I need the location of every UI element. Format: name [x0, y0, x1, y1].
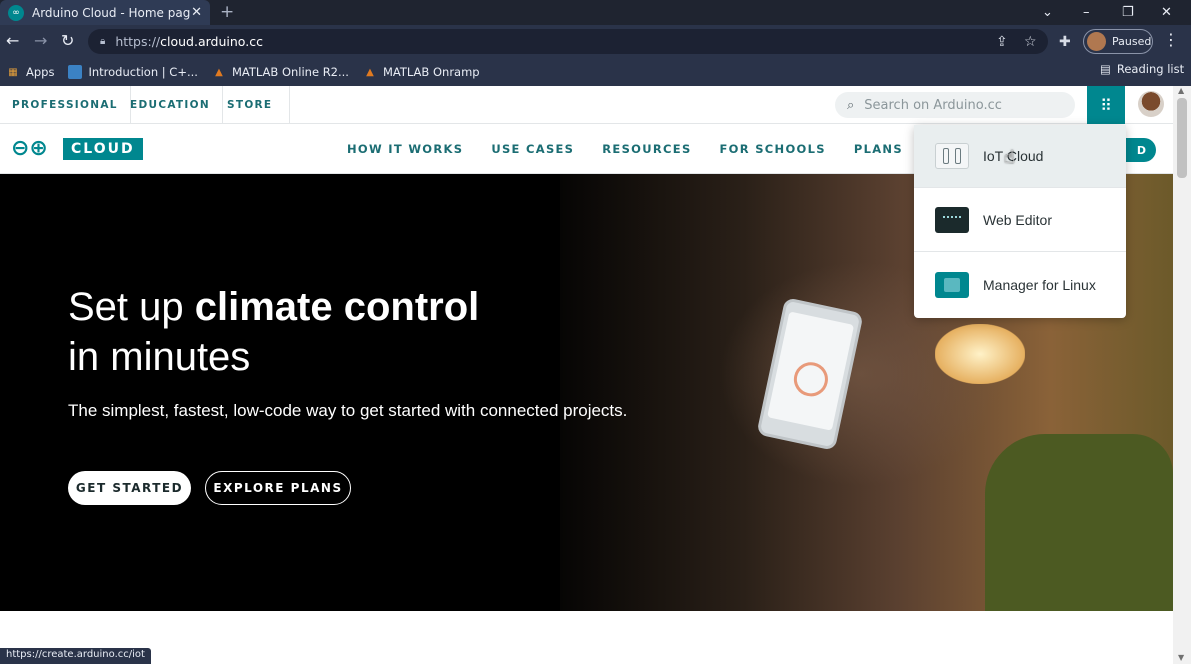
- logo-text: CLOUD: [63, 138, 143, 160]
- dropdown-item-iot-cloud[interactable]: IoT Cloud: [914, 125, 1126, 188]
- hero-title: Set up climate control in minutes: [68, 285, 480, 379]
- bookmark-matlab-online[interactable]: ▲ MATLAB Online R2...: [212, 65, 349, 79]
- bookmark-star-icon[interactable]: ☆: [1024, 34, 1037, 50]
- search-placeholder: Search on Arduino.cc: [864, 97, 1002, 113]
- hero-subtitle: The simplest, fastest, low-code way to g…: [68, 401, 628, 420]
- forward-arrow-icon[interactable]: →: [34, 31, 47, 50]
- vertical-scrollbar[interactable]: ▲ ▼: [1173, 86, 1191, 664]
- arduino-favicon-icon: ∞: [8, 4, 24, 21]
- new-tab-button[interactable]: +: [220, 2, 234, 22]
- manager-linux-icon: [935, 271, 969, 298]
- grid-icon: ⠿: [1100, 95, 1112, 115]
- apps-menu-button[interactable]: ⠿: [1087, 86, 1125, 124]
- profile-status: Paused: [1112, 35, 1152, 48]
- scroll-up-icon[interactable]: ▲: [1178, 86, 1184, 95]
- menu-how-it-works[interactable]: HOW IT WORKS: [347, 142, 463, 156]
- nav-professional[interactable]: PROFESSIONAL: [0, 86, 131, 123]
- profile-avatar: [1087, 32, 1106, 51]
- share-icon[interactable]: ⇪: [996, 34, 1008, 50]
- lamp-glow: [935, 324, 1025, 384]
- close-window-button[interactable]: ✕: [1161, 0, 1172, 25]
- tab-close-icon[interactable]: ✕: [191, 5, 202, 20]
- bookmark-matlab-onramp[interactable]: ▲ MATLAB Onramp: [363, 65, 479, 79]
- url-scheme: https://: [115, 34, 161, 49]
- apps-grid-icon: ▦: [8, 66, 18, 78]
- menu-use-cases[interactable]: USE CASES: [491, 142, 574, 156]
- menu-resources[interactable]: RESOURCES: [602, 142, 691, 156]
- browser-toolbar: ← → ↻ 🔒︎ https://cloud.arduino.cc ⇪ ☆ ✚ …: [0, 25, 1191, 58]
- menu-for-schools[interactable]: FOR SCHOOLS: [720, 142, 826, 156]
- page-icon: [68, 65, 83, 79]
- dropdown-item-manager-linux[interactable]: Manager for Linux: [914, 253, 1126, 316]
- dropdown-item-web-editor[interactable]: Web Editor: [914, 189, 1126, 252]
- reload-icon[interactable]: ↻: [61, 31, 74, 50]
- extensions-icon[interactable]: ✚: [1059, 34, 1071, 50]
- search-input[interactable]: ⌕ Search on Arduino.cc: [835, 92, 1075, 118]
- reading-list-icon: ▤: [1100, 62, 1111, 76]
- bookmarks-bar: ▦ Apps Introduction | C+... ▲ MATLAB Onlin…: [0, 58, 1191, 86]
- web-editor-icon: [935, 207, 969, 233]
- browser-tab[interactable]: ∞ Arduino Cloud - Home page ✕: [0, 0, 210, 25]
- browser-tabstrip: ∞ Arduino Cloud - Home page ✕ + ⌄ – ❐ ✕: [0, 0, 1191, 25]
- matlab-icon: ▲: [366, 66, 374, 78]
- armchair: [985, 434, 1173, 611]
- tab-title: Arduino Cloud - Home page: [32, 5, 192, 20]
- matlab-icon: ▲: [215, 66, 223, 78]
- bookmark-introduction[interactable]: Introduction | C+...: [68, 65, 198, 79]
- apps-dropdown: IoT Cloud Web Editor Manager for Linux: [914, 125, 1126, 318]
- main-menu: HOW IT WORKS USE CASES RESOURCES FOR SCH…: [347, 142, 931, 156]
- menu-plans[interactable]: PLANS: [854, 142, 903, 156]
- status-bar-url: https://create.arduino.cc/iot: [0, 648, 151, 664]
- minimize-button[interactable]: –: [1083, 0, 1090, 25]
- arduino-cloud-logo[interactable]: ⊖⊕ CLOUD: [11, 138, 143, 160]
- get-started-button[interactable]: GET STARTED: [68, 471, 191, 505]
- bookmark-apps[interactable]: ▦ Apps: [6, 65, 54, 79]
- maximize-button[interactable]: ❐: [1122, 0, 1134, 25]
- reading-list-button[interactable]: ▤ Reading list: [1100, 62, 1184, 76]
- tab-search-icon[interactable]: ⌄: [1042, 0, 1053, 25]
- lock-icon: 🔒︎: [100, 36, 106, 47]
- browser-menu-icon[interactable]: ⋮: [1163, 30, 1179, 49]
- search-icon: ⌕: [847, 97, 855, 113]
- top-nav: PROFESSIONAL EDUCATION STORE ⌕ Search on…: [0, 86, 1173, 124]
- back-arrow-icon[interactable]: ←: [6, 31, 19, 50]
- profile-button[interactable]: Paused: [1083, 29, 1153, 54]
- scroll-thumb[interactable]: [1177, 98, 1187, 178]
- nav-store[interactable]: STORE: [215, 86, 291, 123]
- url-host: cloud.arduino.cc: [160, 34, 263, 49]
- nav-education[interactable]: EDUCATION: [118, 86, 223, 123]
- hand-cursor-icon: ☝: [1004, 147, 1015, 168]
- user-avatar[interactable]: [1138, 91, 1164, 117]
- explore-plans-button[interactable]: EXPLORE PLANS: [205, 471, 351, 505]
- address-bar[interactable]: 🔒︎ https://cloud.arduino.cc: [88, 29, 1048, 54]
- iot-cloud-icon: [935, 143, 969, 169]
- scroll-down-icon[interactable]: ▼: [1178, 653, 1184, 662]
- arduino-infinity-icon: ⊖⊕: [11, 136, 48, 161]
